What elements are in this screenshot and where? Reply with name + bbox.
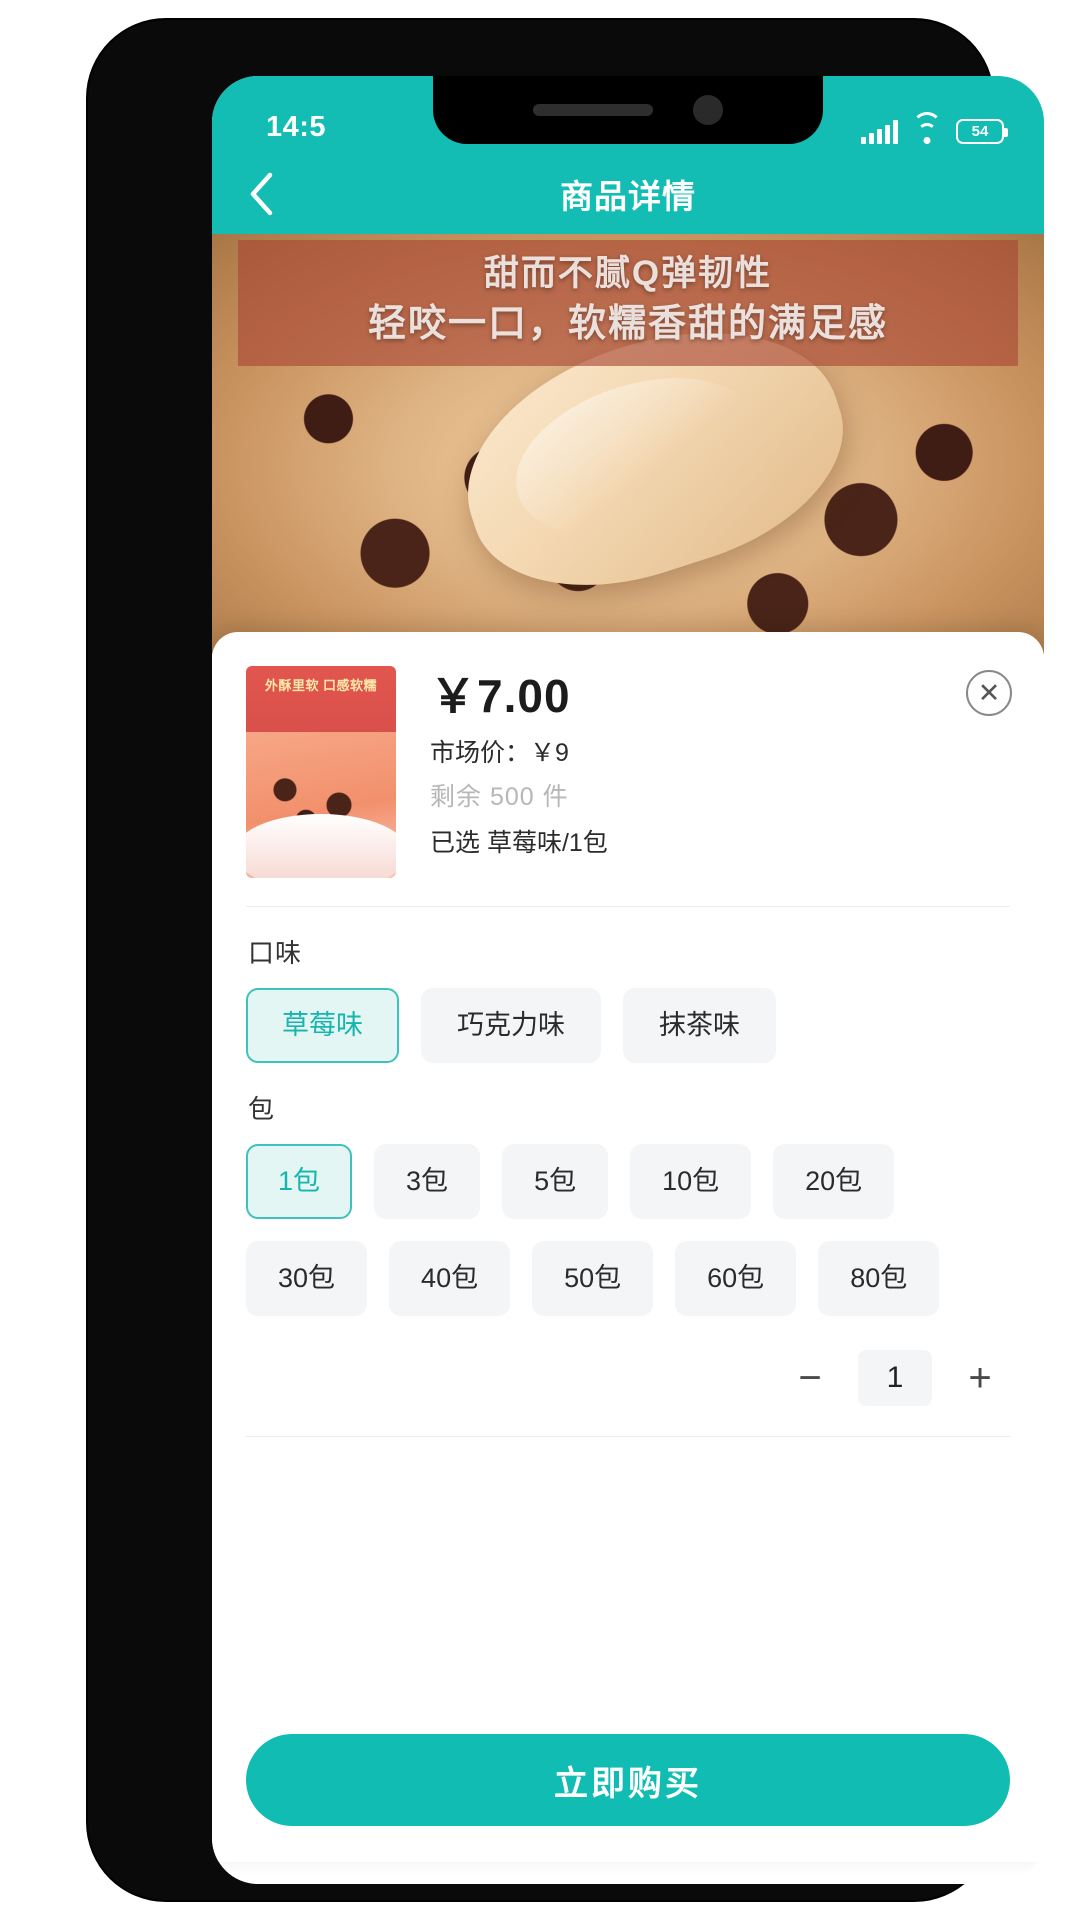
chevron-left-icon bbox=[248, 172, 274, 216]
pack-option-40[interactable]: 40包 bbox=[389, 1241, 510, 1316]
pack-group-label: 包 bbox=[248, 1089, 1010, 1126]
sku-sheet: 外酥里软 口感软糯 ￥7.00 市场价：￥9 剩余 500 件 已选 草莓味/1… bbox=[212, 632, 1044, 1862]
sheet-spacer bbox=[212, 1437, 1044, 1734]
pack-option-3[interactable]: 3包 bbox=[374, 1144, 480, 1219]
battery-icon: 54 bbox=[956, 119, 1004, 144]
screenshot-root: 14:5 54 bbox=[0, 0, 1080, 1920]
earpiece-speaker bbox=[533, 104, 653, 116]
sku-header: 外酥里软 口感软糯 ￥7.00 市场价：￥9 剩余 500 件 已选 草莓味/1… bbox=[212, 632, 1044, 878]
sheet-footer: 立即购买 bbox=[212, 1734, 1044, 1862]
pack-option-20[interactable]: 20包 bbox=[773, 1144, 894, 1219]
pack-option-60[interactable]: 60包 bbox=[675, 1241, 796, 1316]
flavor-option-matcha[interactable]: 抹茶味 bbox=[623, 988, 776, 1063]
status-indicators: 54 bbox=[861, 119, 1010, 144]
close-icon[interactable]: ✕ bbox=[966, 670, 1012, 716]
pack-option-10[interactable]: 10包 bbox=[630, 1144, 751, 1219]
wifi-icon bbox=[912, 120, 942, 144]
back-button[interactable] bbox=[234, 167, 288, 221]
quantity-value[interactable]: 1 bbox=[858, 1350, 932, 1406]
pack-option-1[interactable]: 1包 bbox=[246, 1144, 352, 1219]
hero-banner: 甜而不腻Q弹韧性 轻咬一口，软糯香甜的满足感 bbox=[238, 240, 1018, 366]
battery-level-label: 54 bbox=[972, 124, 989, 139]
hero-banner-line-1: 甜而不腻Q弹韧性 bbox=[238, 250, 1018, 298]
thumbnail-banner: 外酥里软 口感软糯 bbox=[246, 666, 396, 732]
pack-option-80[interactable]: 80包 bbox=[818, 1241, 939, 1316]
status-time: 14:5 bbox=[246, 111, 326, 144]
pack-option-row: 1包 3包 5包 10包 20包 30包 40包 50包 60包 80包 bbox=[246, 1144, 1010, 1316]
product-hero-image[interactable]: 甜而不腻Q弹韧性 轻咬一口，软糯香甜的满足感 bbox=[212, 234, 1044, 654]
flavor-option-strawberry[interactable]: 草莓味 bbox=[246, 988, 399, 1063]
sku-thumbnail[interactable]: 外酥里软 口感软糯 bbox=[246, 666, 396, 878]
quantity-increase-button[interactable]: + bbox=[958, 1358, 1002, 1398]
pack-option-group: 包 1包 3包 5包 10包 20包 30包 40包 50包 60包 80包 bbox=[212, 1063, 1044, 1316]
phone-notch bbox=[433, 76, 823, 144]
pack-option-50[interactable]: 50包 bbox=[532, 1241, 653, 1316]
thumbnail-bowl bbox=[246, 814, 396, 878]
thumbnail-title: 外酥里软 口感软糯 bbox=[246, 675, 396, 694]
sku-info: ￥7.00 市场价：￥9 剩余 500 件 已选 草莓味/1包 bbox=[396, 666, 1010, 878]
flavor-group-label: 口味 bbox=[248, 933, 1010, 970]
page-title: 商品详情 bbox=[212, 170, 1044, 218]
phone-screen: 14:5 54 bbox=[212, 76, 1044, 1884]
flavor-option-group: 口味 草莓味 巧克力味 抹茶味 bbox=[212, 907, 1044, 1063]
pack-option-5[interactable]: 5包 bbox=[502, 1144, 608, 1219]
quantity-stepper: − 1 + bbox=[212, 1316, 1044, 1406]
buy-now-button[interactable]: 立即购买 bbox=[246, 1734, 1010, 1826]
signal-bars-icon bbox=[861, 120, 898, 144]
flavor-option-row: 草莓味 巧克力味 抹茶味 bbox=[246, 988, 1010, 1063]
sku-market-price: 市场价：￥9 bbox=[430, 736, 1010, 770]
phone-frame: 14:5 54 bbox=[88, 20, 992, 1900]
pack-option-30[interactable]: 30包 bbox=[246, 1241, 367, 1316]
sku-stock: 剩余 500 件 bbox=[430, 780, 1010, 814]
nav-bar: 商品详情 bbox=[212, 154, 1044, 234]
hero-banner-line-2: 轻咬一口，软糯香甜的满足感 bbox=[238, 298, 1018, 350]
sku-price: ￥7.00 bbox=[430, 668, 1010, 724]
quantity-decrease-button[interactable]: − bbox=[788, 1358, 832, 1398]
sku-chosen-summary: 已选 草莓味/1包 bbox=[430, 826, 1010, 860]
flavor-option-chocolate[interactable]: 巧克力味 bbox=[421, 988, 601, 1063]
front-camera-icon bbox=[693, 95, 723, 125]
